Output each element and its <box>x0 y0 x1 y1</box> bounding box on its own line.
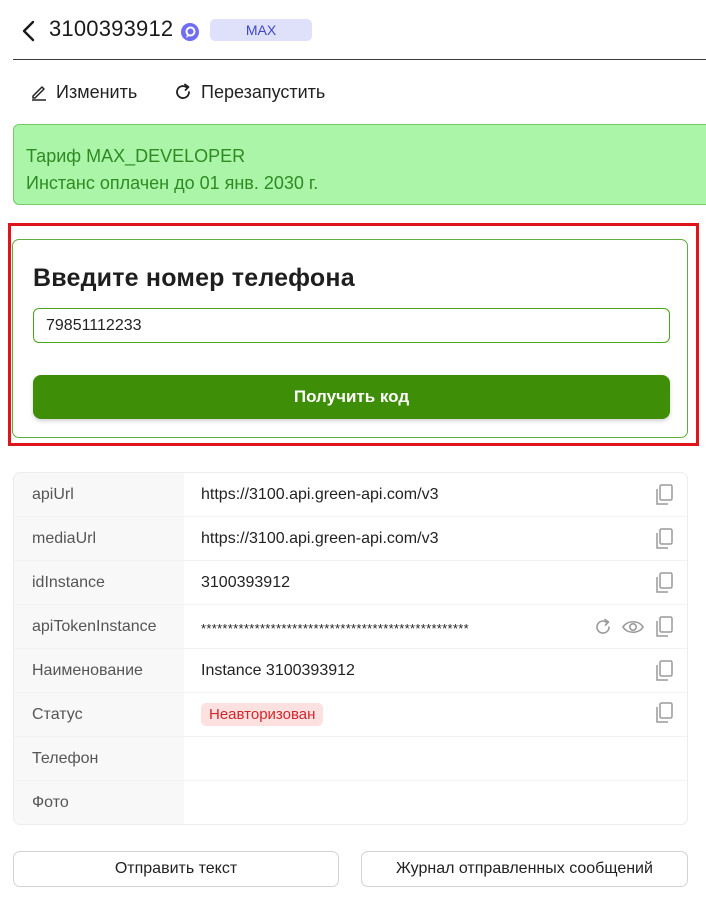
copy-icon[interactable] <box>654 528 674 555</box>
pencil-icon <box>32 86 46 101</box>
copy-icon[interactable] <box>654 616 674 643</box>
tariff-banner: Тариф MAX_DEVELOPER Инстанс оплачен до 0… <box>13 124 706 205</box>
max-messenger-icon <box>180 22 200 42</box>
eye-icon[interactable] <box>621 618 645 641</box>
copy-icon[interactable] <box>654 660 674 687</box>
row-key: mediaUrl <box>14 517 184 560</box>
table-row: Наименование Instance 3100393912 <box>14 649 687 693</box>
row-key: apiTokenInstance <box>14 605 184 648</box>
row-key: Фото <box>14 781 184 824</box>
tariff-paid-until: Инстанс оплачен до 01 янв. 2030 г. <box>26 173 319 193</box>
edit-button[interactable]: Изменить <box>30 76 137 108</box>
send-text-button[interactable]: Отправить текст <box>13 851 339 887</box>
sent-messages-journal-button[interactable]: Журнал отправленных сообщений <box>361 851 688 887</box>
row-key: idInstance <box>14 561 184 604</box>
action-bar: Изменить Перезапустить <box>0 76 706 108</box>
table-row: mediaUrl https://3100.api.green-api.com/… <box>14 517 687 561</box>
tariff-plan: Тариф MAX_DEVELOPER <box>26 146 246 166</box>
table-row: Статус Неавторизован <box>14 693 687 737</box>
refresh-icon <box>176 83 190 99</box>
phone-auth-card: Введите номер телефона Получить код <box>12 239 688 438</box>
back-arrow-icon[interactable] <box>18 17 42 45</box>
row-value: 3100393912 <box>201 573 290 591</box>
row-value: Instance 3100393912 <box>201 661 355 679</box>
instance-id-title: 3100393912 <box>49 16 174 41</box>
copy-icon[interactable] <box>654 484 674 511</box>
get-code-button[interactable]: Получить код <box>33 375 670 419</box>
phone-form-title: Введите номер телефона <box>33 264 355 292</box>
table-row: apiTokenInstance ***********************… <box>14 605 687 649</box>
edit-label: Изменить <box>56 81 138 102</box>
row-value: https://3100.api.green-api.com/v3 <box>201 529 439 547</box>
status-badge: Неавторизован <box>201 703 324 726</box>
restart-button[interactable]: Перезапустить <box>173 76 325 108</box>
api-token-masked: ****************************************… <box>201 621 469 636</box>
restart-label: Перезапустить <box>201 81 326 102</box>
row-value: Неавторизован <box>201 693 324 736</box>
table-row: idInstance 3100393912 <box>14 561 687 605</box>
phone-number-input[interactable] <box>33 308 670 343</box>
row-key: Статус <box>14 693 184 736</box>
copy-icon[interactable] <box>654 572 674 599</box>
messenger-tag: MAX <box>210 19 312 41</box>
table-row: Фото <box>14 781 687 824</box>
instance-info-table: apiUrl https://3100.api.green-api.com/v3… <box>13 472 688 825</box>
table-row: apiUrl https://3100.api.green-api.com/v3 <box>14 473 687 517</box>
header: 3100393912 MAX <box>0 0 706 60</box>
row-key: Наименование <box>14 649 184 692</box>
table-row: Телефон <box>14 737 687 781</box>
row-key: apiUrl <box>14 473 184 516</box>
row-value: https://3100.api.green-api.com/v3 <box>201 485 439 503</box>
header-divider <box>13 59 706 60</box>
regenerate-token-icon[interactable] <box>593 617 613 642</box>
copy-icon[interactable] <box>654 702 674 729</box>
row-key: Телефон <box>14 737 184 780</box>
